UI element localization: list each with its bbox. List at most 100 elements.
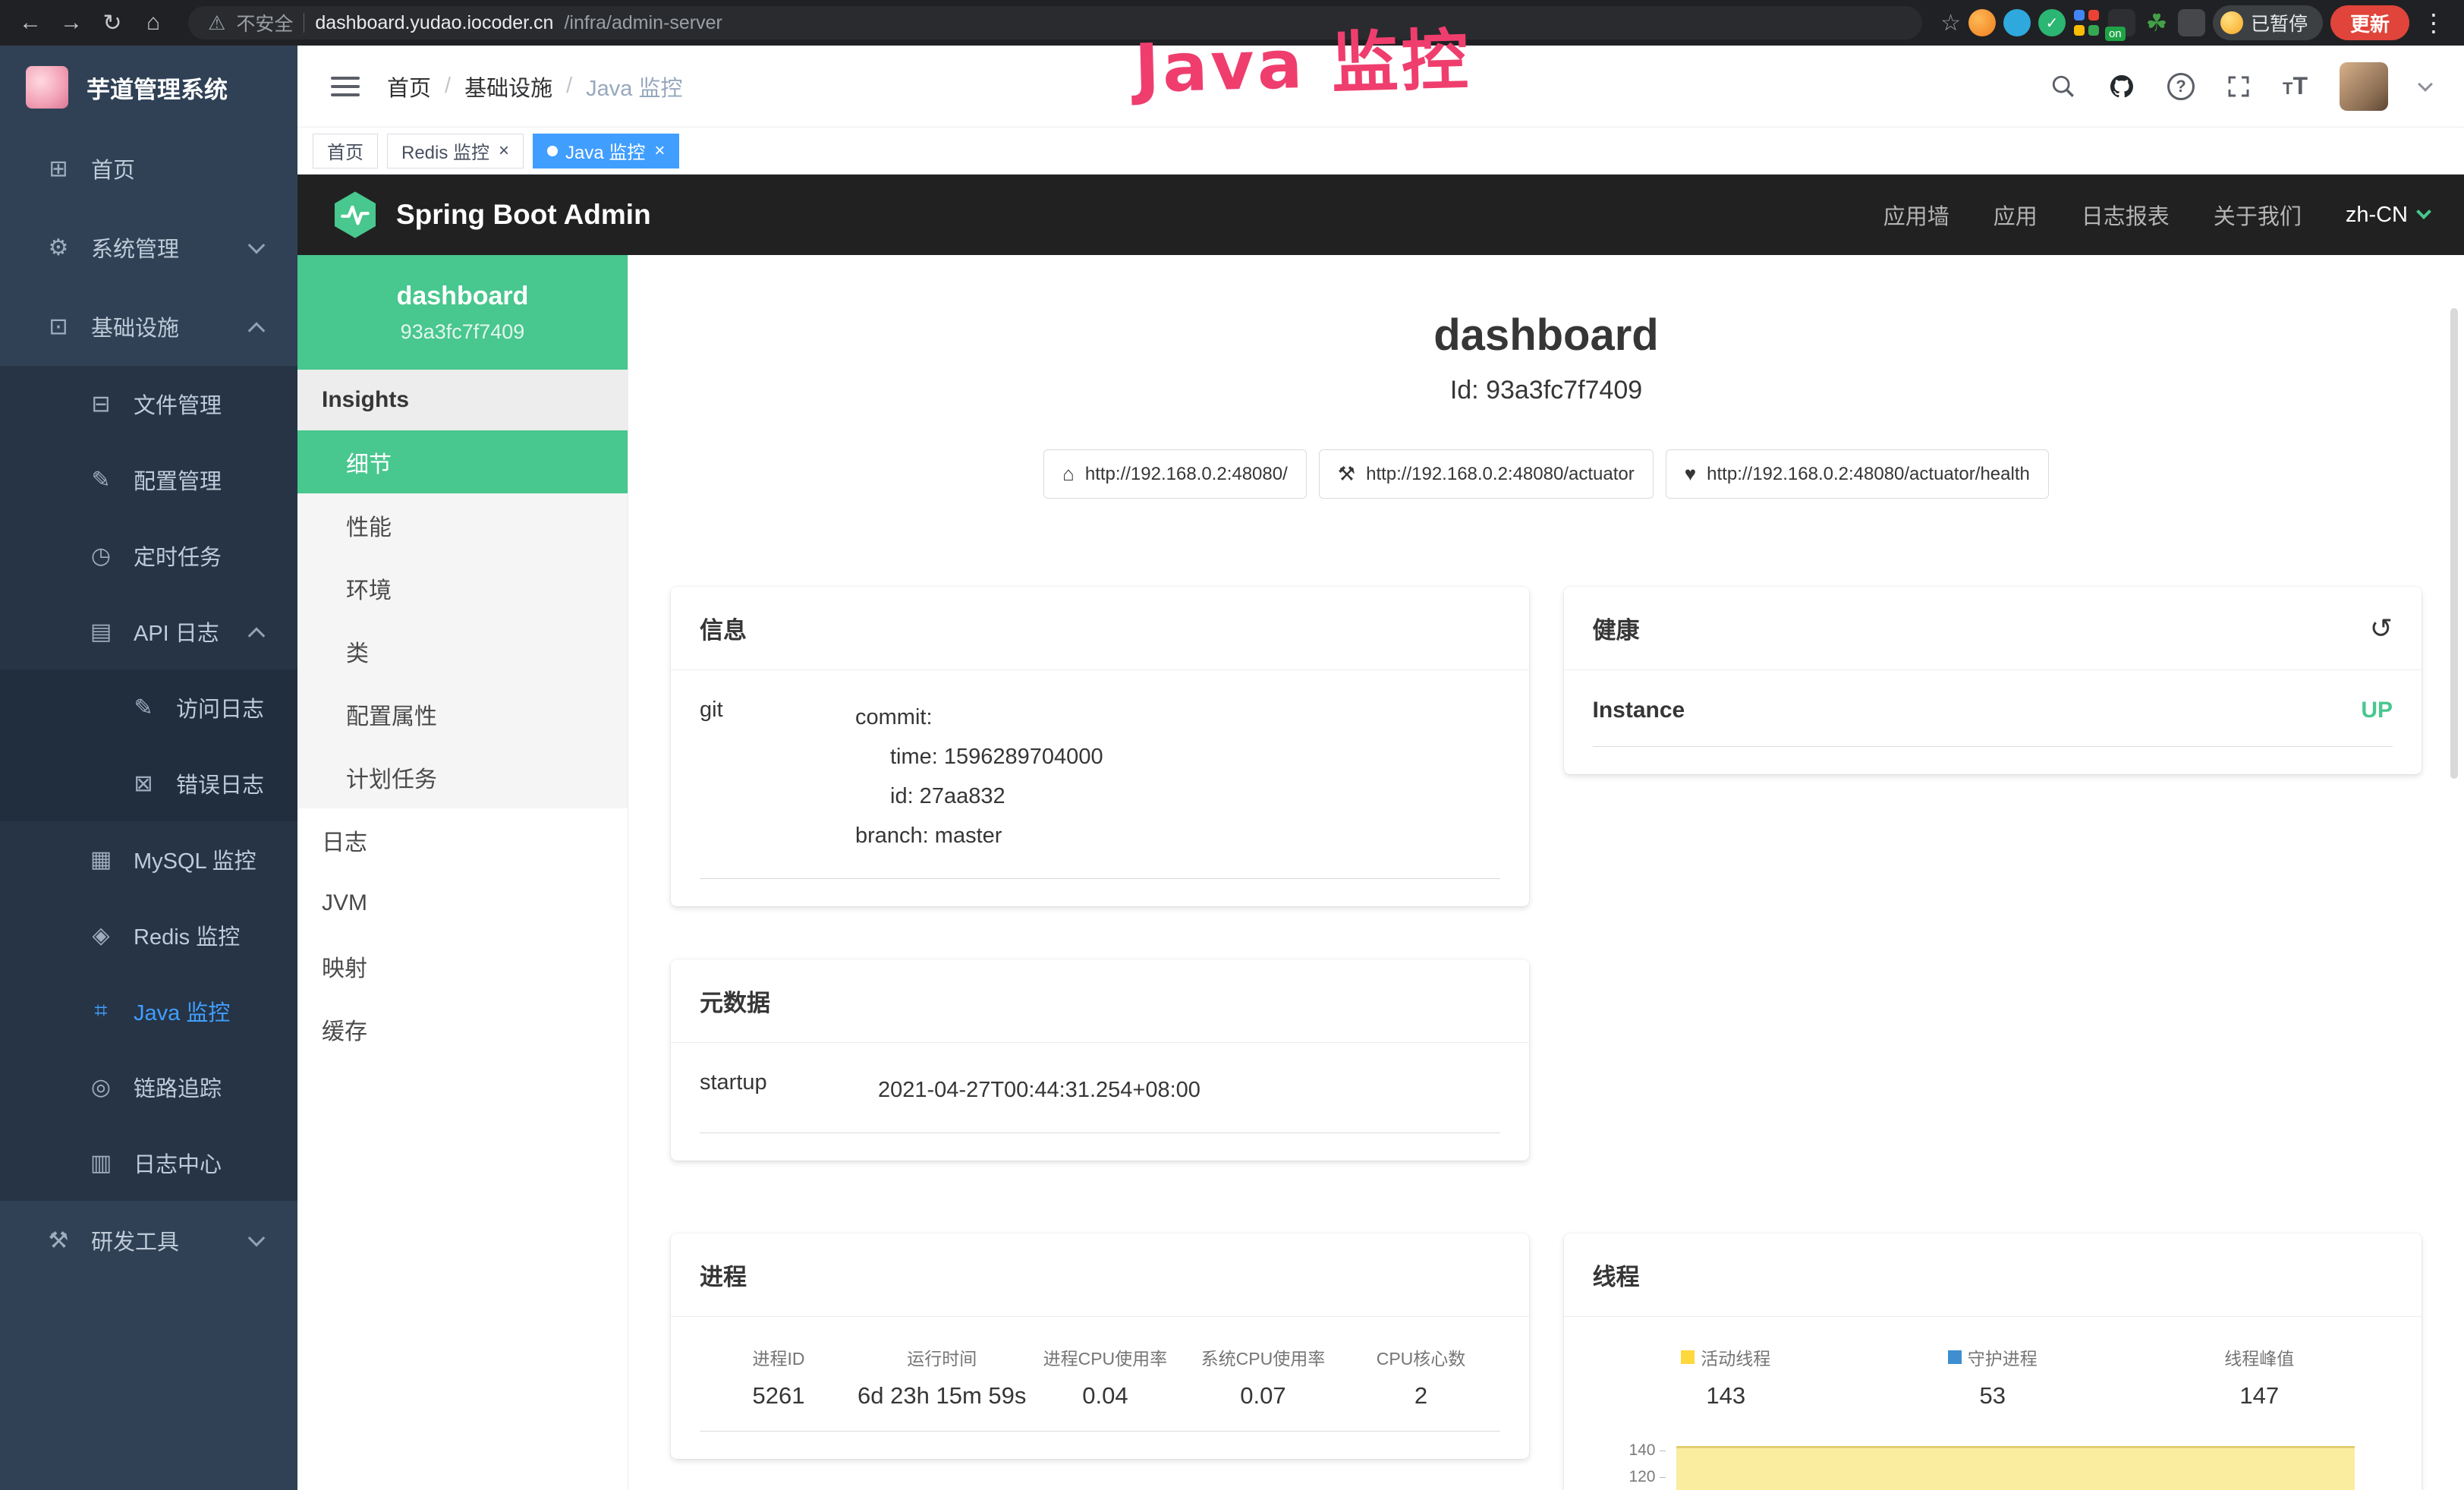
search-icon[interactable] (2050, 74, 2076, 99)
extension-drop-icon[interactable] (2003, 9, 2031, 36)
extension-proxy-icon[interactable]: on (2108, 9, 2135, 36)
sidebar-item-error-logs[interactable]: ⊠ 错误日志 (0, 745, 297, 821)
history-icon[interactable]: ↺ (2370, 613, 2393, 644)
sidebar-item-api-logs[interactable]: ▤ API 日志 (0, 594, 297, 669)
user-avatar[interactable] (2340, 62, 2388, 111)
health-url-button[interactable]: ♥ http://192.168.0.2:48080/actuator/heal… (1666, 449, 2049, 499)
stat-pid: 进程ID 5261 (700, 1344, 858, 1410)
extensions-puzzle-icon[interactable] (2178, 9, 2205, 36)
chevron-down-icon (250, 241, 263, 254)
forward-icon[interactable]: → (55, 6, 88, 39)
sidebar-item-trace[interactable]: ◎ 链路追踪 (0, 1049, 297, 1125)
sidebar-item-scheduled-jobs[interactable]: ◷ 定时任务 (0, 518, 297, 594)
sidebar-item-jvm[interactable]: JVM (297, 871, 628, 934)
close-icon[interactable]: × (654, 140, 665, 162)
help-icon[interactable]: ? (2167, 73, 2195, 100)
sidebar-item-infrastructure[interactable]: ⊡ 基础设施 (0, 287, 297, 366)
bookmark-star-icon[interactable]: ☆ (1940, 10, 1961, 36)
actuator-url-button[interactable]: ⚒ http://192.168.0.2:48080/actuator (1319, 449, 1654, 499)
smiley-icon (2220, 11, 2243, 34)
insights-item-details[interactable]: 细节 (297, 430, 628, 493)
sidebar-item-access-logs[interactable]: ✎ 访问日志 (0, 669, 297, 745)
sidebar-item-dev-tools[interactable]: ⚒ 研发工具 (0, 1201, 297, 1280)
live-threads-area (1676, 1446, 2355, 1490)
tab-java-monitor[interactable]: Java 监控 × (533, 134, 679, 169)
chevron-down-icon[interactable] (2418, 77, 2433, 92)
legend-blue-square (1948, 1350, 1962, 1364)
sidebar-item-label: 错误日志 (176, 767, 264, 799)
sidebar-item-redis-monitor[interactable]: ◈ Redis 监控 (0, 897, 297, 973)
error-log-icon: ⊠ (129, 770, 158, 797)
access-log-icon: ✎ (129, 695, 158, 721)
health-instance-row: Instance UP (1593, 698, 2393, 747)
scrollbar-thumb[interactable] (2450, 308, 2458, 779)
health-card: 健康 ↺ Instance UP (1564, 587, 2422, 774)
insights-item-environment[interactable]: 环境 (297, 556, 628, 619)
sidebar-item-caches[interactable]: 缓存 (297, 997, 628, 1060)
instance-id: 93a3fc7f7409 (401, 320, 525, 344)
sidebar-item-file-mgmt[interactable]: ⊟ 文件管理 (0, 366, 297, 442)
locale-select[interactable]: zh-CN (2346, 203, 2429, 228)
browser-menu-icon[interactable]: ⋮ (2417, 8, 2450, 37)
metadata-card: 元数据 startup 2021-04-27T00:44:31.254+08:0… (671, 959, 1529, 1161)
instance-header[interactable]: dashboard 93a3fc7f7409 (297, 255, 628, 370)
service-url: http://192.168.0.2:48080/ (1085, 464, 1288, 485)
mysql-icon: ▦ (87, 846, 115, 873)
insights-item-performance[interactable]: 性能 (297, 493, 628, 556)
app-logo-row[interactable]: 芋道管理系统 (0, 46, 297, 129)
stat-cpu-cores: CPU核心数 2 (1342, 1344, 1499, 1410)
extension-grid-icon[interactable] (2073, 9, 2101, 36)
sba-brand[interactable]: Spring Boot Admin (332, 190, 651, 240)
extension-leaf-icon[interactable]: ☘ (2143, 9, 2170, 36)
sidebar-item-loggers[interactable]: 日志 (297, 808, 628, 871)
back-icon[interactable]: ← (14, 6, 47, 39)
fullscreen-icon[interactable] (2226, 74, 2251, 99)
app-title: 芋道管理系统 (87, 71, 228, 105)
reload-icon[interactable]: ↻ (96, 6, 129, 39)
git-info-row: git commit: time: 1596289704000 id: 27aa… (700, 698, 1500, 879)
stat-peak-threads: 线程峰值 147 (2126, 1344, 2393, 1410)
extension-green-icon[interactable]: ✓ (2038, 9, 2066, 36)
chrome-update-button[interactable]: 更新 (2330, 5, 2409, 40)
sidebar-item-system-mgmt[interactable]: ⚙ 系统管理 (0, 208, 297, 287)
insights-item-config-props[interactable]: 配置属性 (297, 682, 628, 745)
sidebar-item-label: 访问日志 (176, 691, 264, 723)
service-url-button[interactable]: ⌂ http://192.168.0.2:48080/ (1043, 449, 1307, 499)
close-icon[interactable]: × (499, 140, 509, 162)
github-icon[interactable] (2108, 73, 2135, 100)
sidebar-item-mysql-monitor[interactable]: ▦ MySQL 监控 (0, 821, 297, 897)
paused-profile-chip[interactable]: 已暂停 (2213, 5, 2323, 40)
sidebar-item-label: API 日志 (134, 616, 219, 647)
security-label[interactable]: 不安全 (236, 9, 293, 36)
sidebar-item-java-monitor[interactable]: ⌗ Java 监控 (0, 973, 297, 1049)
tab-home[interactable]: 首页 (313, 134, 378, 169)
instance-name: dashboard (397, 282, 529, 311)
extension-orange-icon[interactable] (1968, 9, 1996, 36)
sidebar-item-home[interactable]: ⊞ 首页 (0, 129, 297, 208)
sba-nav-journal[interactable]: 日志报表 (2082, 199, 2170, 231)
sba-nav-applications[interactable]: 应用 (1994, 199, 2038, 231)
git-id-line: id: 27aa832 (855, 777, 1103, 816)
address-bar[interactable]: ⚠ 不安全 dashboard.yudao.iocoder.cn /infra/… (188, 6, 1922, 39)
url-host: dashboard.yudao.iocoder.cn (315, 12, 553, 34)
java-monitor-icon: ⌗ (87, 998, 115, 1024)
sidebar-item-label: Java 监控 (134, 995, 230, 1027)
sidebar-item-label: 系统管理 (91, 232, 179, 263)
sidebar-item-log-center[interactable]: ▥ 日志中心 (0, 1125, 297, 1201)
instance-links: ⌂ http://192.168.0.2:48080/ ⚒ http://192… (628, 449, 2464, 499)
sidebar-item-config-mgmt[interactable]: ✎ 配置管理 (0, 442, 297, 518)
edit-icon: ✎ (87, 467, 115, 493)
sidebar-fold-icon[interactable] (331, 77, 360, 96)
sidebar-item-label: 研发工具 (91, 1224, 179, 1256)
font-size-icon[interactable]: TT (2283, 72, 2308, 100)
sidebar-item-mappings[interactable]: 映射 (297, 934, 628, 997)
breadcrumb-home[interactable]: 首页 (387, 71, 431, 102)
home-icon[interactable]: ⌂ (137, 6, 170, 39)
sba-nav-wall[interactable]: 应用墙 (1883, 199, 1949, 231)
tab-redis-monitor[interactable]: Redis 监控 × (387, 134, 524, 169)
insights-item-classes[interactable]: 类 (297, 619, 628, 682)
breadcrumb-current: Java 监控 (586, 71, 682, 102)
sba-nav-about[interactable]: 关于我们 (2214, 199, 2302, 231)
breadcrumb-infrastructure[interactable]: 基础设施 (464, 71, 552, 102)
insights-item-scheduled-tasks[interactable]: 计划任务 (297, 745, 628, 808)
